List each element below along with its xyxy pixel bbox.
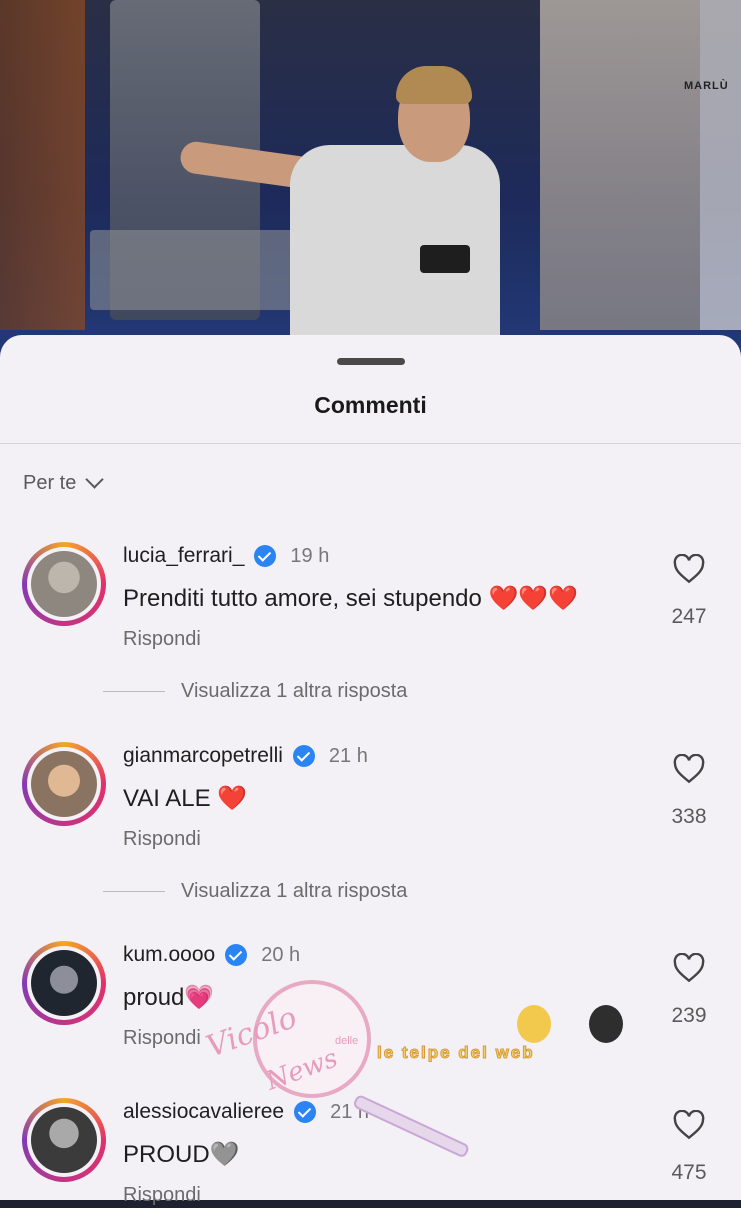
comment-username[interactable]: gianmarcopetrelli: [123, 744, 283, 768]
comment-emoji: ❤️❤️❤️: [488, 585, 579, 612]
verified-badge-icon: [292, 745, 315, 767]
comment-time: 19 h: [290, 544, 330, 567]
comment-emoji: 🩶: [209, 1141, 240, 1168]
comment-time: 21 h: [328, 744, 368, 767]
sort-label: Per te: [23, 472, 77, 494]
sheet-title: Commenti: [314, 392, 427, 418]
like-count: 338: [671, 805, 707, 828]
like-count: 247: [671, 605, 707, 628]
comment-text: Prenditi tutto amore, sei stupendo ❤️❤️❤…: [123, 585, 579, 612]
reply-line: [103, 891, 165, 892]
title-divider: [0, 443, 741, 444]
heart-icon[interactable]: [673, 1110, 705, 1140]
comment-item: lucia_ferrari_ 19 h Prenditi tutto amore…: [0, 542, 741, 652]
verified-badge-icon: [225, 944, 248, 966]
view-more-replies[interactable]: Visualizza 1 altra risposta: [103, 880, 407, 903]
comment-text: VAI ALE ❤️: [123, 785, 248, 812]
shirt-logo: [420, 245, 470, 273]
comment-text: proud💗: [123, 984, 215, 1011]
heart-icon[interactable]: [673, 554, 705, 584]
verified-badge-icon: [294, 1101, 317, 1123]
comment-item: gianmarcopetrelli 21 h VAI ALE ❤️ Rispon…: [0, 742, 741, 852]
heart-icon[interactable]: [673, 754, 705, 784]
sort-dropdown[interactable]: Per te: [23, 470, 105, 495]
comments-sheet: Commenti Per te lucia_ferrari_ 19 h Pren…: [0, 335, 741, 1206]
avatar[interactable]: [22, 1098, 106, 1182]
comment-username[interactable]: kum.oooo: [123, 943, 215, 967]
avatar[interactable]: [22, 941, 106, 1025]
avatar[interactable]: [22, 542, 106, 626]
comment-text: PROUD🩶: [123, 1141, 240, 1168]
comment-emoji: ❤️: [217, 785, 248, 812]
reply-button[interactable]: Rispondi: [123, 628, 201, 651]
reply-button[interactable]: Rispondi: [123, 1027, 201, 1050]
bg-machine-base: [90, 230, 320, 310]
comment-time: 20 h: [261, 943, 301, 966]
bg-brand-text: MARLÙ: [684, 80, 729, 92]
person-hair: [396, 66, 472, 104]
like-count: 475: [671, 1161, 707, 1184]
verified-badge-icon: [254, 545, 277, 567]
bg-right-panel: [540, 0, 700, 330]
bg-right-edge: [700, 0, 741, 330]
sheet-grabber[interactable]: [337, 358, 405, 365]
bg-left-panel: [0, 0, 85, 330]
avatar[interactable]: [22, 742, 106, 826]
post-background-image: MARLÙ: [0, 0, 741, 360]
like-count: 239: [671, 1004, 707, 1027]
comment-item: alessiocavalieree 21 h PROUD🩶 Rispondi 4…: [0, 1098, 741, 1208]
comment-username[interactable]: lucia_ferrari_: [123, 544, 244, 568]
reply-line: [103, 691, 165, 692]
reply-button[interactable]: Rispondi: [123, 828, 201, 851]
chevron-down-icon: [85, 470, 105, 489]
view-more-replies[interactable]: Visualizza 1 altra risposta: [103, 680, 407, 703]
reply-button[interactable]: Rispondi: [123, 1184, 201, 1207]
heart-icon[interactable]: [673, 953, 705, 983]
comment-username[interactable]: alessiocavalieree: [123, 1100, 284, 1124]
comment-time: 21 h: [330, 1100, 370, 1123]
comment-item: kum.oooo 20 h proud💗 Rispondi 239: [0, 941, 741, 1051]
comment-emoji: 💗: [184, 984, 215, 1011]
